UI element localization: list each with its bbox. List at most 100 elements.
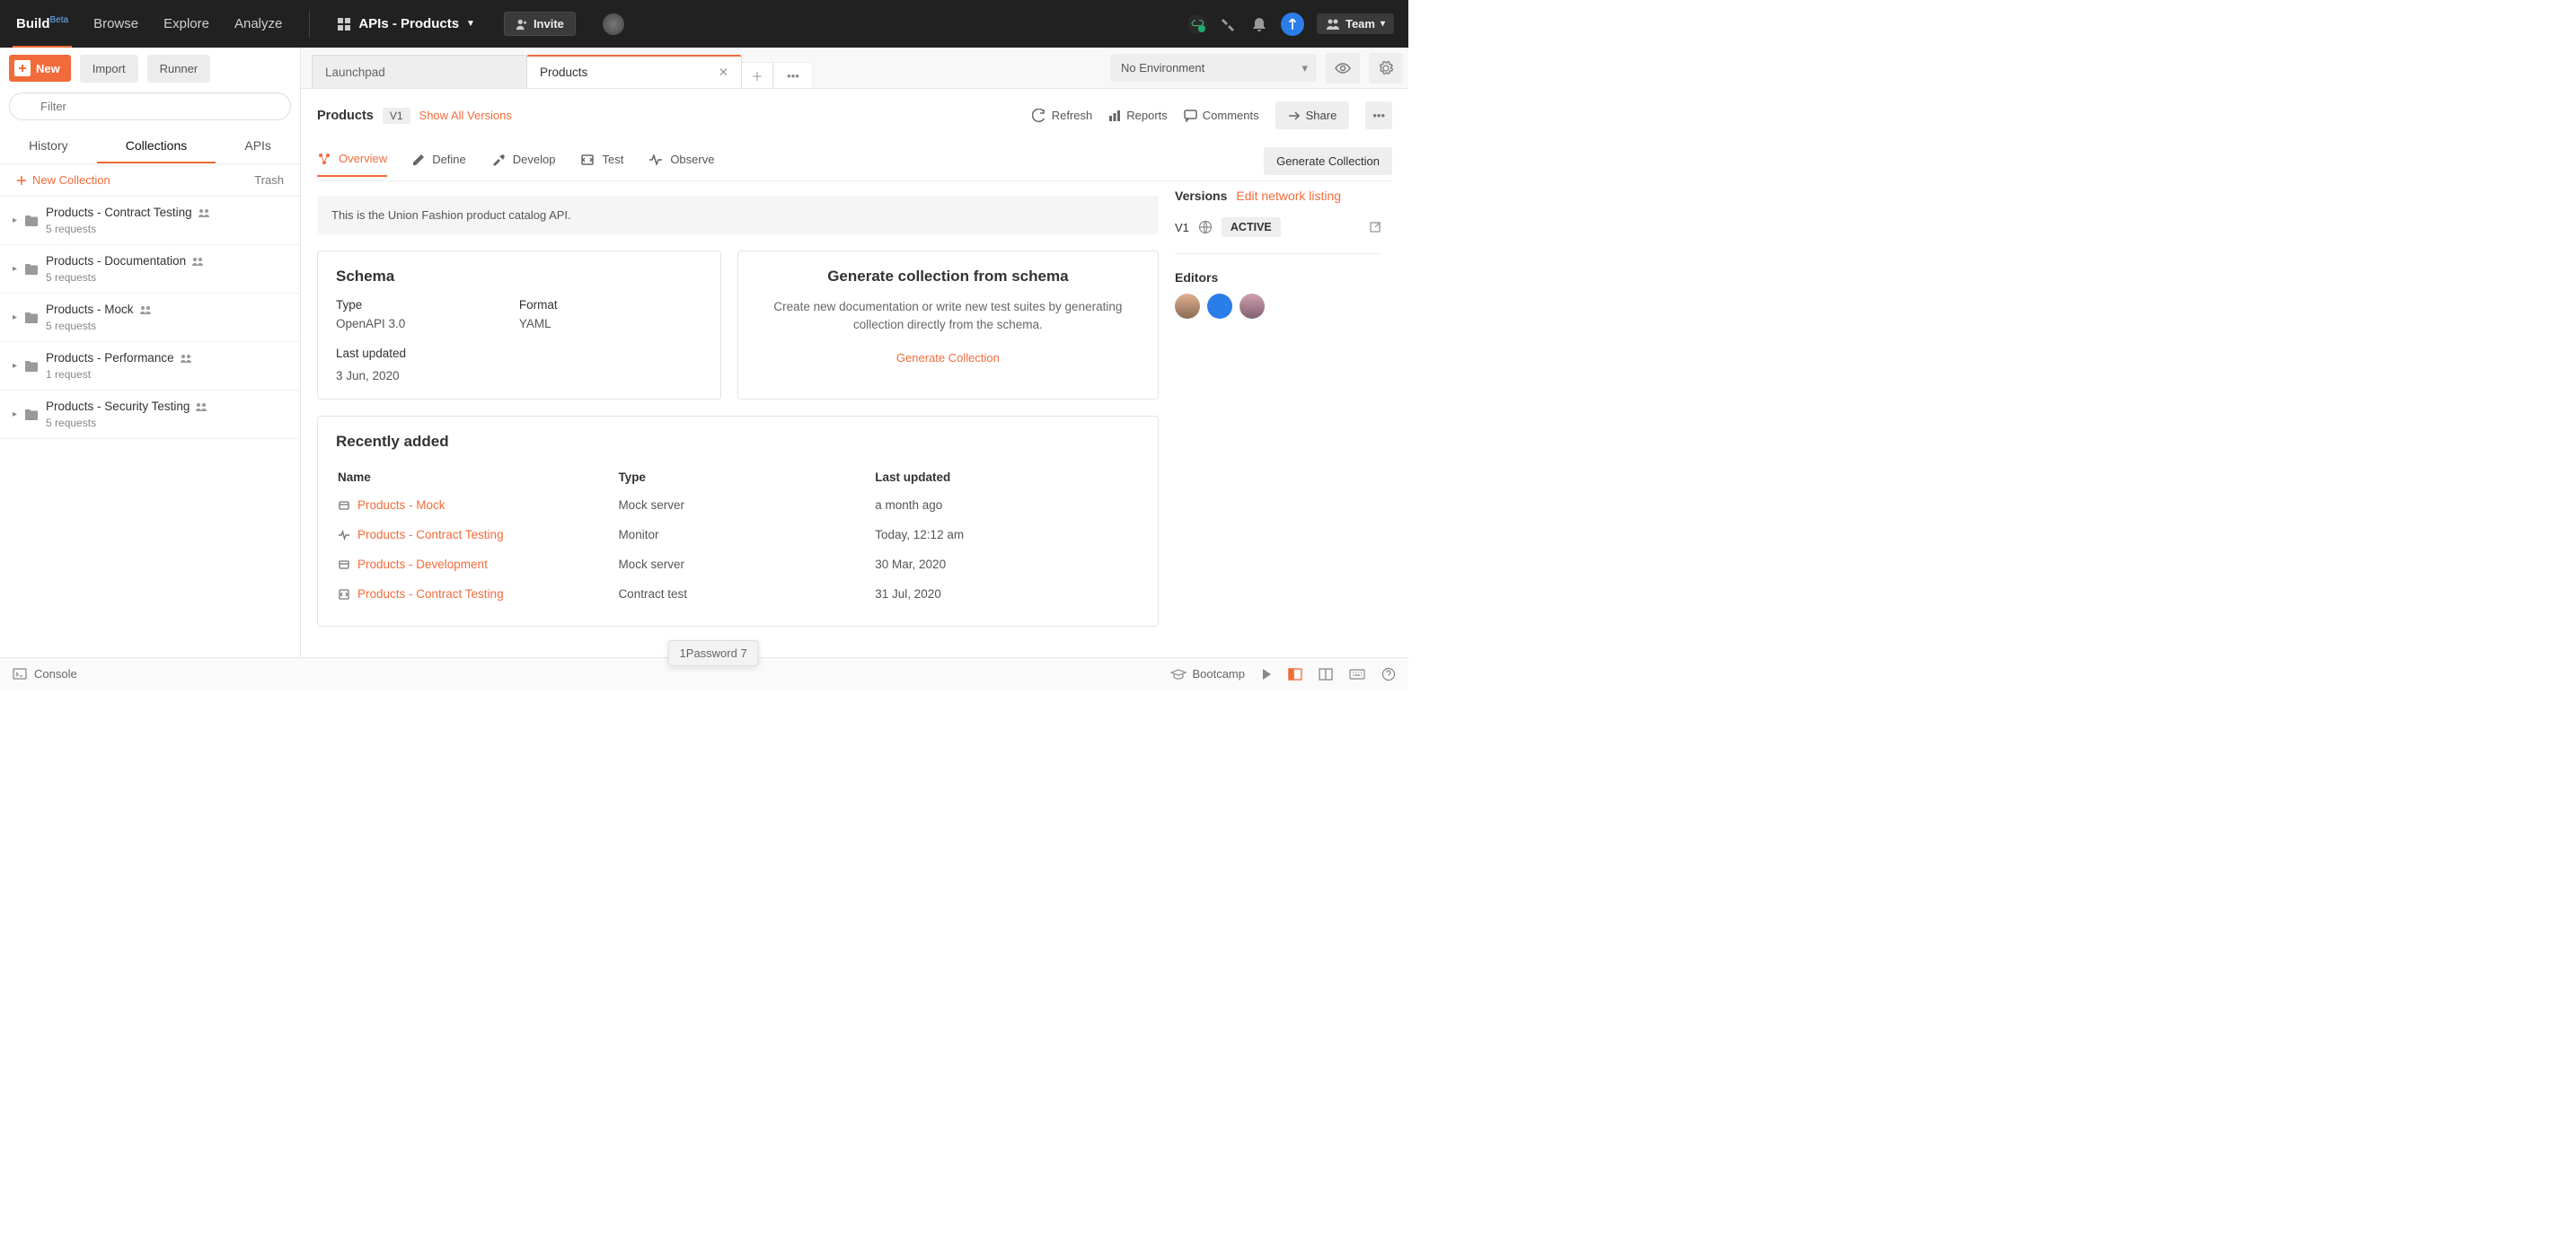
collection-item[interactable]: ▸ Products - Contract Testing 5 requests xyxy=(0,197,300,245)
editor-avatar[interactable] xyxy=(1175,294,1200,319)
version-badge: V1 xyxy=(383,108,410,124)
recent-link[interactable]: Products - Contract Testing xyxy=(338,528,616,541)
generate-collection-button[interactable]: Generate Collection xyxy=(1264,147,1392,175)
user-avatar[interactable] xyxy=(1281,13,1304,36)
row-type-icon xyxy=(338,559,350,570)
row-type-icon xyxy=(338,588,350,601)
satellite-icon[interactable] xyxy=(1220,15,1238,33)
recent-link[interactable]: Products - Development xyxy=(338,558,616,571)
schema-updated-value: 3 Jun, 2020 xyxy=(336,365,702,382)
collection-item[interactable]: ▸ Products - Performance 1 request xyxy=(0,342,300,391)
nav-explore[interactable]: Explore xyxy=(160,2,213,46)
hammer-icon xyxy=(491,154,506,166)
collection-name: Products - Performance xyxy=(46,351,291,365)
recent-updated: 31 Jul, 2020 xyxy=(875,580,1138,608)
top-bar: BuildBeta Browse Explore Analyze APIs - … xyxy=(0,0,1408,48)
add-tab-button[interactable]: ＋ xyxy=(741,62,773,88)
description-banner: This is the Union Fashion product catalo… xyxy=(317,196,1159,234)
filter-input[interactable] xyxy=(9,92,291,120)
workspace-switcher[interactable]: APIs - Products ▼ xyxy=(333,16,479,31)
play-icon[interactable] xyxy=(1261,668,1272,681)
collection-item[interactable]: ▸ Products - Security Testing 5 requests xyxy=(0,391,300,439)
invite-button[interactable]: Invite xyxy=(504,12,576,36)
close-icon[interactable]: ✕ xyxy=(701,66,728,80)
reports-button[interactable]: Reports xyxy=(1108,109,1168,122)
generate-collection-link[interactable]: Generate Collection xyxy=(896,351,1000,365)
console-icon xyxy=(13,668,27,680)
recent-type: Contract test xyxy=(618,580,873,608)
tab-observe[interactable]: Observe xyxy=(648,153,714,175)
tab-overview[interactable]: Overview xyxy=(317,152,387,177)
nav-analyze[interactable]: Analyze xyxy=(231,2,286,46)
runner-button[interactable]: Runner xyxy=(147,55,211,83)
keyboard-icon[interactable] xyxy=(1349,669,1365,680)
row-type-icon xyxy=(338,500,350,511)
tabs-bar: Launchpad Products ✕ ＋ ••• No Environmen… xyxy=(301,48,1408,89)
help-icon[interactable] xyxy=(1381,667,1396,681)
test-icon xyxy=(580,154,595,166)
content: Products V1 Show All Versions Refresh Re… xyxy=(301,89,1408,657)
header-actions: Refresh Reports Comments Share ••• xyxy=(1032,101,1392,129)
share-button[interactable]: Share xyxy=(1275,101,1350,129)
new-button[interactable]: New xyxy=(9,55,71,82)
trash-link[interactable]: Trash xyxy=(254,173,284,187)
comments-button[interactable]: Comments xyxy=(1184,109,1259,122)
tab-develop[interactable]: Develop xyxy=(491,153,556,175)
person-plus-icon xyxy=(516,18,528,31)
settings-button[interactable] xyxy=(1369,53,1403,84)
tab-products[interactable]: Products ✕ xyxy=(526,55,742,88)
collection-name: Products - Mock xyxy=(46,303,291,316)
nav-browse[interactable]: Browse xyxy=(90,2,142,46)
recent-link[interactable]: Products - Mock xyxy=(338,498,616,512)
nav-build[interactable]: BuildBeta xyxy=(13,1,72,48)
team-dropdown[interactable]: Team ▾ xyxy=(1317,13,1394,34)
env-preview-button[interactable] xyxy=(1326,53,1360,84)
pencil-icon xyxy=(412,154,425,166)
more-button[interactable]: ••• xyxy=(1365,101,1392,129)
sidebar-actions: New Collection Trash xyxy=(0,164,300,197)
sync-status-icon[interactable] xyxy=(1187,14,1207,34)
panel-split-icon[interactable] xyxy=(1319,668,1333,681)
chevron-right-icon: ▸ xyxy=(13,264,17,274)
env-controls: No Environment xyxy=(1110,48,1408,88)
col-name: Name xyxy=(338,465,616,489)
schema-type-label: Type xyxy=(336,298,519,312)
panel-left-icon[interactable] xyxy=(1288,668,1302,681)
editor-avatar[interactable] xyxy=(1239,294,1265,319)
collection-count: 5 requests xyxy=(46,320,291,332)
collection-item[interactable]: ▸ Products - Mock 5 requests xyxy=(0,294,300,342)
edit-network-listing-link[interactable]: Edit network listing xyxy=(1236,189,1341,203)
recent-link[interactable]: Products - Contract Testing xyxy=(338,587,616,601)
tab-apis[interactable]: APIs xyxy=(216,129,300,163)
tab-define[interactable]: Define xyxy=(412,153,466,175)
environment-selector[interactable]: No Environment xyxy=(1110,54,1317,82)
folder-icon xyxy=(24,263,39,275)
content-main: Products V1 Show All Versions Refresh Re… xyxy=(301,89,1408,657)
tab-collections[interactable]: Collections xyxy=(97,129,216,163)
main-area: Launchpad Products ✕ ＋ ••• No Environmen… xyxy=(301,48,1408,657)
import-button[interactable]: Import xyxy=(80,55,138,83)
folder-icon xyxy=(24,360,39,372)
collection-item[interactable]: ▸ Products - Documentation 5 requests xyxy=(0,245,300,294)
topbar-right: Team ▾ xyxy=(1187,13,1401,36)
cards-row: Schema Type Format OpenAPI 3.0 YAML Last… xyxy=(317,251,1159,400)
right-rail: Versions Edit network listing V1 ACTIVE … xyxy=(1175,189,1381,319)
tab-history[interactable]: History xyxy=(0,129,97,163)
new-collection-button[interactable]: New Collection xyxy=(16,173,110,187)
tab-test[interactable]: Test xyxy=(580,153,623,175)
bell-icon[interactable] xyxy=(1250,15,1268,33)
activity-icon xyxy=(648,154,663,165)
bootcamp-button[interactable]: Bootcamp xyxy=(1170,667,1245,681)
globe-icon xyxy=(1198,220,1213,234)
chevron-down-icon: ▼ xyxy=(466,19,475,29)
collection-name: Products - Security Testing xyxy=(46,400,291,413)
editors-label: Editors xyxy=(1175,270,1218,285)
tab-overflow-button[interactable]: ••• xyxy=(773,62,813,88)
tab-launchpad[interactable]: Launchpad xyxy=(312,55,527,88)
external-link-icon[interactable] xyxy=(1369,221,1381,233)
schema-updated-label: Last updated xyxy=(336,347,702,360)
editor-avatar[interactable] xyxy=(1207,294,1232,319)
refresh-button[interactable]: Refresh xyxy=(1032,109,1093,123)
show-all-versions-link[interactable]: Show All Versions xyxy=(419,109,512,122)
console-button[interactable]: Console xyxy=(34,667,77,681)
